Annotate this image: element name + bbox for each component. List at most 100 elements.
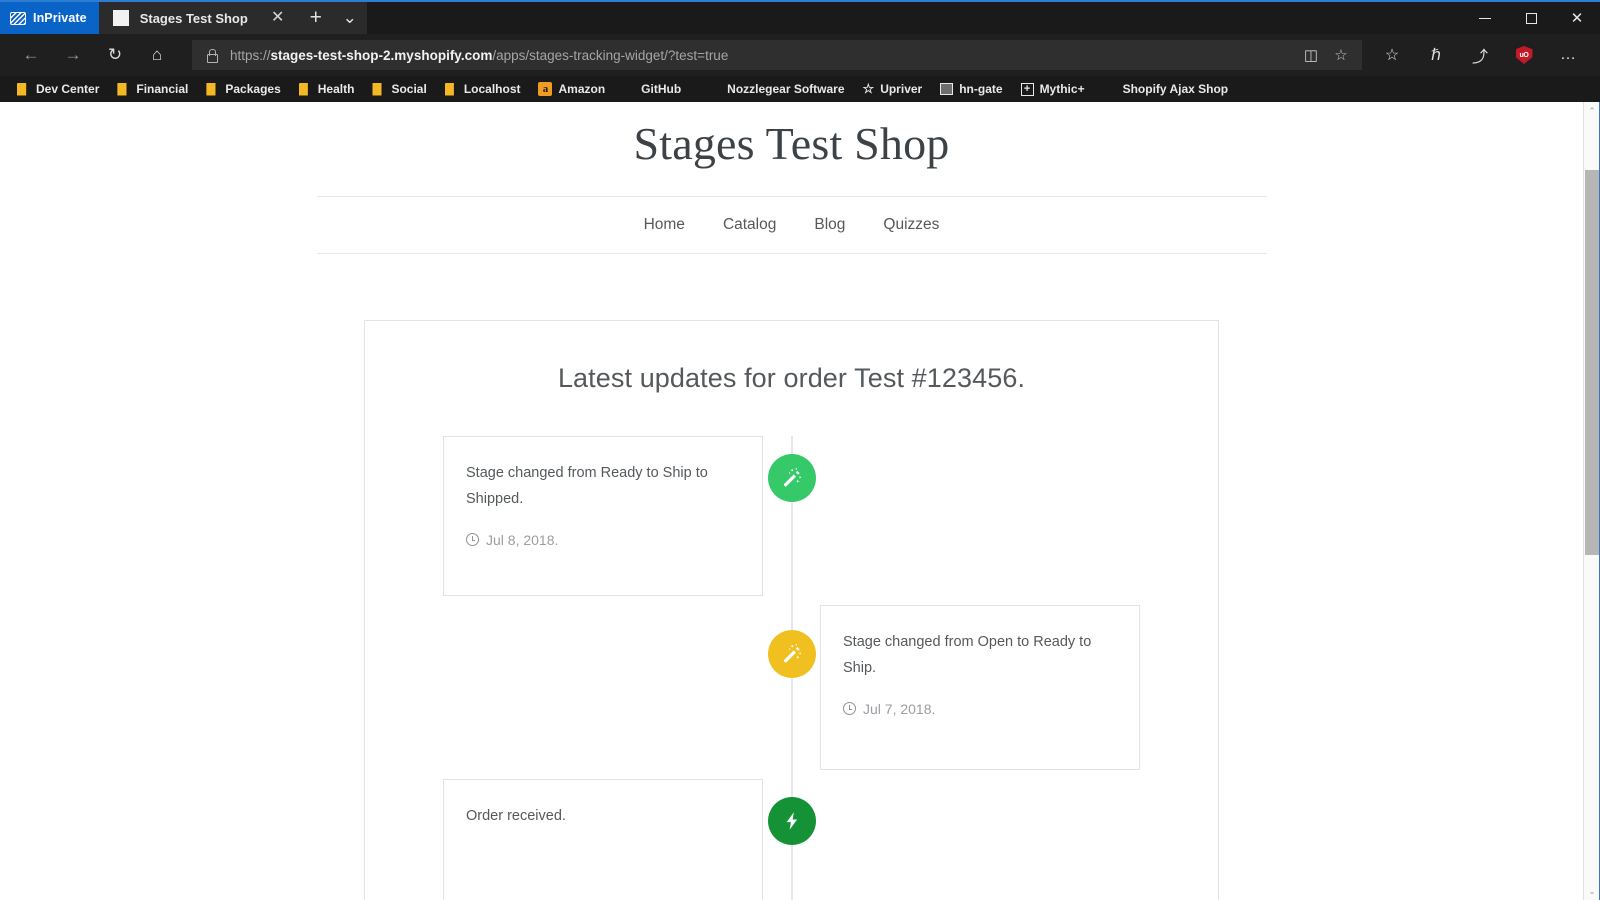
bookmark-health[interactable]: Health <box>290 78 364 100</box>
timeline-badge-magic-wand-icon <box>768 630 816 678</box>
navigation-bar: ← → ↻ ⌂ https://stages-test-shop-2.mysho… <box>0 34 1600 76</box>
bookmark-amazon[interactable]: a Amazon <box>529 78 614 100</box>
browser-toolbar-icons: ☆ ℏ ⤴ uO … <box>1370 38 1590 72</box>
plus-icon: + <box>1021 83 1034 96</box>
share-icon[interactable]: ⤴ <box>1458 38 1502 72</box>
bookmark-label: Shopify Ajax Shop <box>1123 82 1229 96</box>
bookmark-label: hn-gate <box>959 82 1002 96</box>
nav-item-catalog[interactable]: Catalog <box>704 216 795 234</box>
timeline-badge-magic-wand-icon <box>768 454 816 502</box>
bookmark-label: Amazon <box>558 82 605 96</box>
widget-heading: Latest updates for order Test #123456. <box>365 363 1218 394</box>
timeline-row: Stage changed from Ready to Ship to Ship… <box>365 436 1218 596</box>
inprivate-badge: InPrivate <box>0 2 99 34</box>
nav-item-home[interactable]: Home <box>625 216 704 234</box>
bookmark-dev-center[interactable]: Dev Center <box>8 78 108 100</box>
folder-icon <box>299 83 312 96</box>
reading-view-icon[interactable]: ◫ <box>1296 41 1326 69</box>
web-page-content: Stages Test Shop Home Catalog Blog Quizz… <box>0 102 1583 900</box>
browser-tab-stages-test-shop[interactable]: Stages Test Shop ✕ <box>99 2 299 34</box>
home-icon[interactable]: ⌂ <box>136 38 178 72</box>
window-minimize-button[interactable] <box>1462 2 1508 34</box>
tab-favicon-icon <box>113 10 129 26</box>
nav-item-blog[interactable]: Blog <box>795 216 864 234</box>
timeline-row: Stage changed from Open to Ready to Ship… <box>365 605 1218 770</box>
bookmark-shopify-ajax-shop[interactable]: Shopify Ajax Shop <box>1114 78 1238 100</box>
clock-icon <box>466 533 479 546</box>
scrollbar-down-arrow-icon[interactable]: ⌄ <box>1584 882 1600 900</box>
timeline-event-text: Stage changed from Ready to Ship to Ship… <box>466 461 740 512</box>
bookmarks-bar: Dev Center Financial Packages Health Soc… <box>0 76 1600 102</box>
favorites-hub-icon[interactable]: ☆ <box>1370 38 1414 72</box>
timeline-event-card: Stage changed from Open to Ready to Ship… <box>820 605 1140 770</box>
page-scrollbar[interactable]: ⌃ ⌄ <box>1583 102 1600 900</box>
bookmark-packages[interactable]: Packages <box>197 78 289 100</box>
scrollbar-thumb[interactable] <box>1585 170 1599 555</box>
bookmark-localhost[interactable]: Localhost <box>436 78 530 100</box>
url-scheme: https:// <box>230 48 271 63</box>
url-path: /apps/stages-tracking-widget/?test=true <box>492 48 728 63</box>
bookmark-upriver[interactable]: ☆ Upriver <box>854 78 932 100</box>
inprivate-label: InPrivate <box>33 11 87 25</box>
address-bar-actions: ◫ ☆ <box>1296 41 1356 69</box>
folder-icon <box>117 83 130 96</box>
scrollbar-up-arrow-icon[interactable]: ⌃ <box>1584 102 1600 120</box>
bookmark-github[interactable]: GitHub <box>632 78 690 100</box>
folder-icon <box>17 83 30 96</box>
timeline-event-text: Stage changed from Open to Ready to Ship… <box>843 630 1117 681</box>
timeline-event-card: Stage changed from Ready to Ship to Ship… <box>443 436 763 596</box>
bookmark-label: Financial <box>136 82 188 96</box>
bookmark-label: Upriver <box>880 82 922 96</box>
window-controls: ✕ <box>1462 2 1600 34</box>
web-note-icon[interactable]: ℏ <box>1414 38 1458 72</box>
bookmark-financial[interactable]: Financial <box>108 78 197 100</box>
bookmark-label: Health <box>318 82 355 96</box>
bookmark-label: Social <box>391 82 426 96</box>
bookmark-label: GitHub <box>641 82 681 96</box>
back-arrow-icon[interactable]: ← <box>10 38 52 72</box>
bookmark-nozzlegear-software[interactable]: Nozzlegear Software <box>718 78 853 100</box>
bookmark-label: Localhost <box>464 82 521 96</box>
clock-icon <box>843 702 856 715</box>
favorite-star-icon[interactable]: ☆ <box>1326 41 1356 69</box>
address-bar[interactable]: https://stages-test-shop-2.myshopify.com… <box>192 40 1362 70</box>
folder-icon <box>445 83 458 96</box>
window-close-button[interactable]: ✕ <box>1554 2 1600 34</box>
tab-title: Stages Test Shop <box>140 11 256 26</box>
timeline-event-date-text: Jul 8, 2018. <box>486 532 558 548</box>
folder-icon <box>372 83 385 96</box>
timeline-event-text: Order received. <box>466 804 740 829</box>
refresh-icon[interactable]: ↻ <box>94 38 136 72</box>
tab-list-chevron-down-icon[interactable]: ⌄ <box>333 2 367 34</box>
tab-strip: InPrivate Stages Test Shop ✕ + ⌄ ✕ <box>0 2 1600 34</box>
tracking-widget-card: Latest updates for order Test #123456. S… <box>364 320 1219 900</box>
bookmark-social[interactable]: Social <box>363 78 435 100</box>
shop-navigation: Home Catalog Blog Quizzes <box>317 196 1267 254</box>
timeline-event-card: Order received. <box>443 779 763 900</box>
bookmark-label: Packages <box>225 82 280 96</box>
timeline-event-date-text: Jul 7, 2018. <box>863 701 935 717</box>
new-tab-button[interactable]: + <box>299 2 333 34</box>
star-icon: ☆ <box>863 81 875 97</box>
hn-gate-icon <box>940 83 953 95</box>
settings-more-icon[interactable]: … <box>1546 38 1590 72</box>
browser-window: InPrivate Stages Test Shop ✕ + ⌄ ✕ ← → ↻… <box>0 0 1600 900</box>
inprivate-icon <box>10 12 26 25</box>
timeline-event-date: Jul 7, 2018. <box>843 701 1117 717</box>
lock-icon <box>204 48 219 63</box>
amazon-icon: a <box>538 82 552 96</box>
bookmark-label: Mythic+ <box>1040 82 1085 96</box>
address-bar-url: https://stages-test-shop-2.myshopify.com… <box>230 48 728 63</box>
bookmark-mythic-plus[interactable]: + Mythic+ <box>1012 78 1094 100</box>
forward-arrow-icon[interactable]: → <box>52 38 94 72</box>
nav-item-quizzes[interactable]: Quizzes <box>864 216 958 234</box>
ublock-shield-label: uO <box>1516 46 1533 64</box>
shop-title: Stages Test Shop <box>0 116 1583 171</box>
bookmark-hn-gate[interactable]: hn-gate <box>931 78 1011 100</box>
timeline-badge-lightning-bolt-icon <box>768 797 816 845</box>
ublock-shield-icon[interactable]: uO <box>1502 38 1546 72</box>
order-timeline: Stage changed from Ready to Ship to Ship… <box>365 436 1218 900</box>
url-host: stages-test-shop-2.myshopify.com <box>271 48 493 63</box>
tab-close-icon[interactable]: ✕ <box>267 10 289 26</box>
window-maximize-button[interactable] <box>1508 2 1554 34</box>
